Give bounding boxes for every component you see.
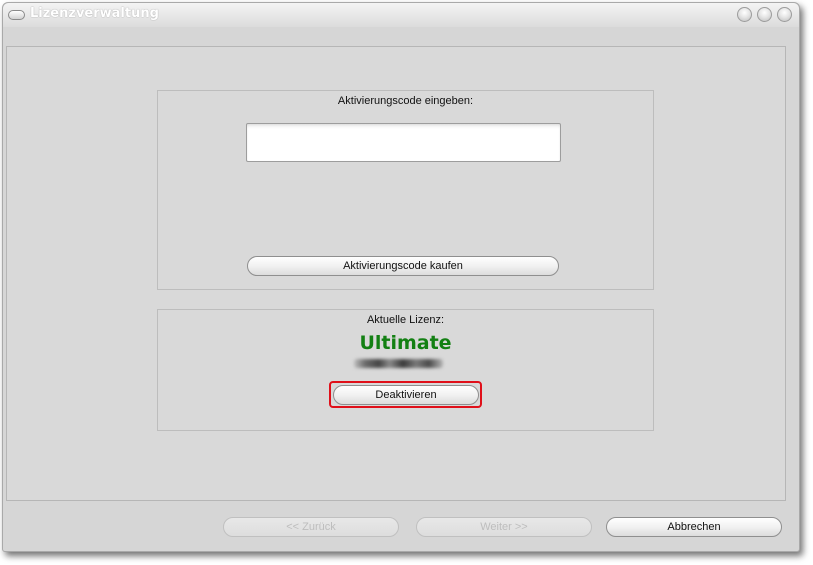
window-title: Lizenzverwaltung <box>30 6 159 21</box>
license-edition: Ultimate <box>359 332 452 354</box>
app-icon <box>8 10 25 20</box>
activation-panel: Aktivierungscode eingeben: Aktivierungsc… <box>157 90 654 290</box>
maximize-icon[interactable] <box>757 7 772 22</box>
current-license-label: Aktuelle Lizenz: <box>366 314 445 326</box>
license-manager-window: Lizenzverwaltung Aktivierungscode eingeb… <box>2 2 800 552</box>
back-button[interactable]: << Zurück <box>223 517 399 537</box>
current-license-panel: Aktuelle Lizenz: Ultimate Deaktivieren <box>157 309 654 431</box>
content-area: Aktivierungscode eingeben: Aktivierungsc… <box>6 46 786 501</box>
activation-code-label: Aktivierungscode eingeben: <box>337 95 474 107</box>
minimize-icon[interactable] <box>737 7 752 22</box>
title-bar[interactable]: Lizenzverwaltung <box>3 3 799 27</box>
blurred-license-key <box>354 359 443 368</box>
deactivate-button[interactable]: Deaktivieren <box>333 385 479 405</box>
activation-code-input[interactable] <box>246 123 561 162</box>
buy-activation-code-button[interactable]: Aktivierungscode kaufen <box>247 256 559 276</box>
cancel-button[interactable]: Abbrechen <box>606 517 782 537</box>
close-icon[interactable] <box>777 7 792 22</box>
next-button[interactable]: Weiter >> <box>416 517 592 537</box>
